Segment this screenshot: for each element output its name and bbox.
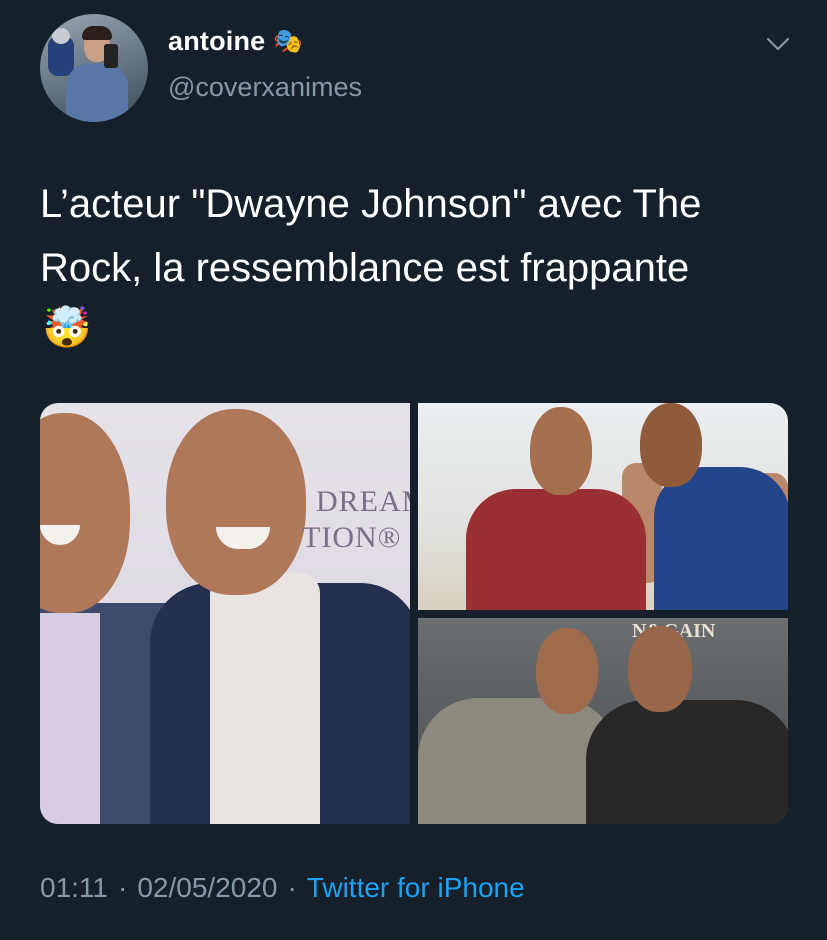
tweet-date: 02/05/2020 xyxy=(137,872,278,903)
avatar-robot-head xyxy=(52,28,70,44)
media-grid: DREAM TION® N&GAIN xyxy=(40,403,788,824)
red-shirt-person xyxy=(466,489,646,610)
tweet-meta: 01:11 · 02/05/2020 · Twitter for iPhone xyxy=(40,872,525,904)
tweet-text: L’acteur "Dwayne Johnson" avec The Rock,… xyxy=(40,182,702,290)
tweet-time: 01:11 xyxy=(40,872,108,903)
blue-shirt-person xyxy=(654,467,788,610)
blue-shirt-person-head xyxy=(640,403,702,487)
avatar-person-body xyxy=(66,64,128,122)
image-1-sign-line-1: DREAM xyxy=(316,485,410,518)
chevron-down-icon[interactable] xyxy=(766,36,790,52)
user-name-row[interactable]: antoine 🎭 xyxy=(168,26,303,57)
leather-jacket-person xyxy=(586,700,788,824)
red-shirt-person-head xyxy=(530,407,592,495)
media-image-1[interactable]: DREAM TION® xyxy=(40,403,410,824)
avatar-person-hair xyxy=(82,26,112,40)
grey-shirt-person-head xyxy=(536,628,598,714)
theater-masks-emoji: 🎭 xyxy=(273,27,304,55)
image-1-sign-line-2: TION® xyxy=(302,521,402,554)
media-image-3[interactable]: N&GAIN xyxy=(418,618,788,824)
meta-separator: · xyxy=(287,872,297,903)
left-person-shirt xyxy=(40,613,100,824)
right-person-shirt xyxy=(210,573,320,824)
left-person-head xyxy=(40,413,130,613)
display-name[interactable]: antoine xyxy=(168,26,265,57)
exploding-head-emoji: 🤯 xyxy=(42,306,92,350)
leather-jacket-person-head xyxy=(628,626,692,712)
right-person-head xyxy=(166,409,306,595)
avatar[interactable] xyxy=(40,14,148,122)
user-handle[interactable]: @coverxanimes xyxy=(168,72,362,103)
avatar-phone xyxy=(104,44,118,68)
meta-separator: · xyxy=(118,872,128,903)
tweet-source-link[interactable]: Twitter for iPhone xyxy=(307,872,525,904)
media-image-2[interactable] xyxy=(418,403,788,610)
